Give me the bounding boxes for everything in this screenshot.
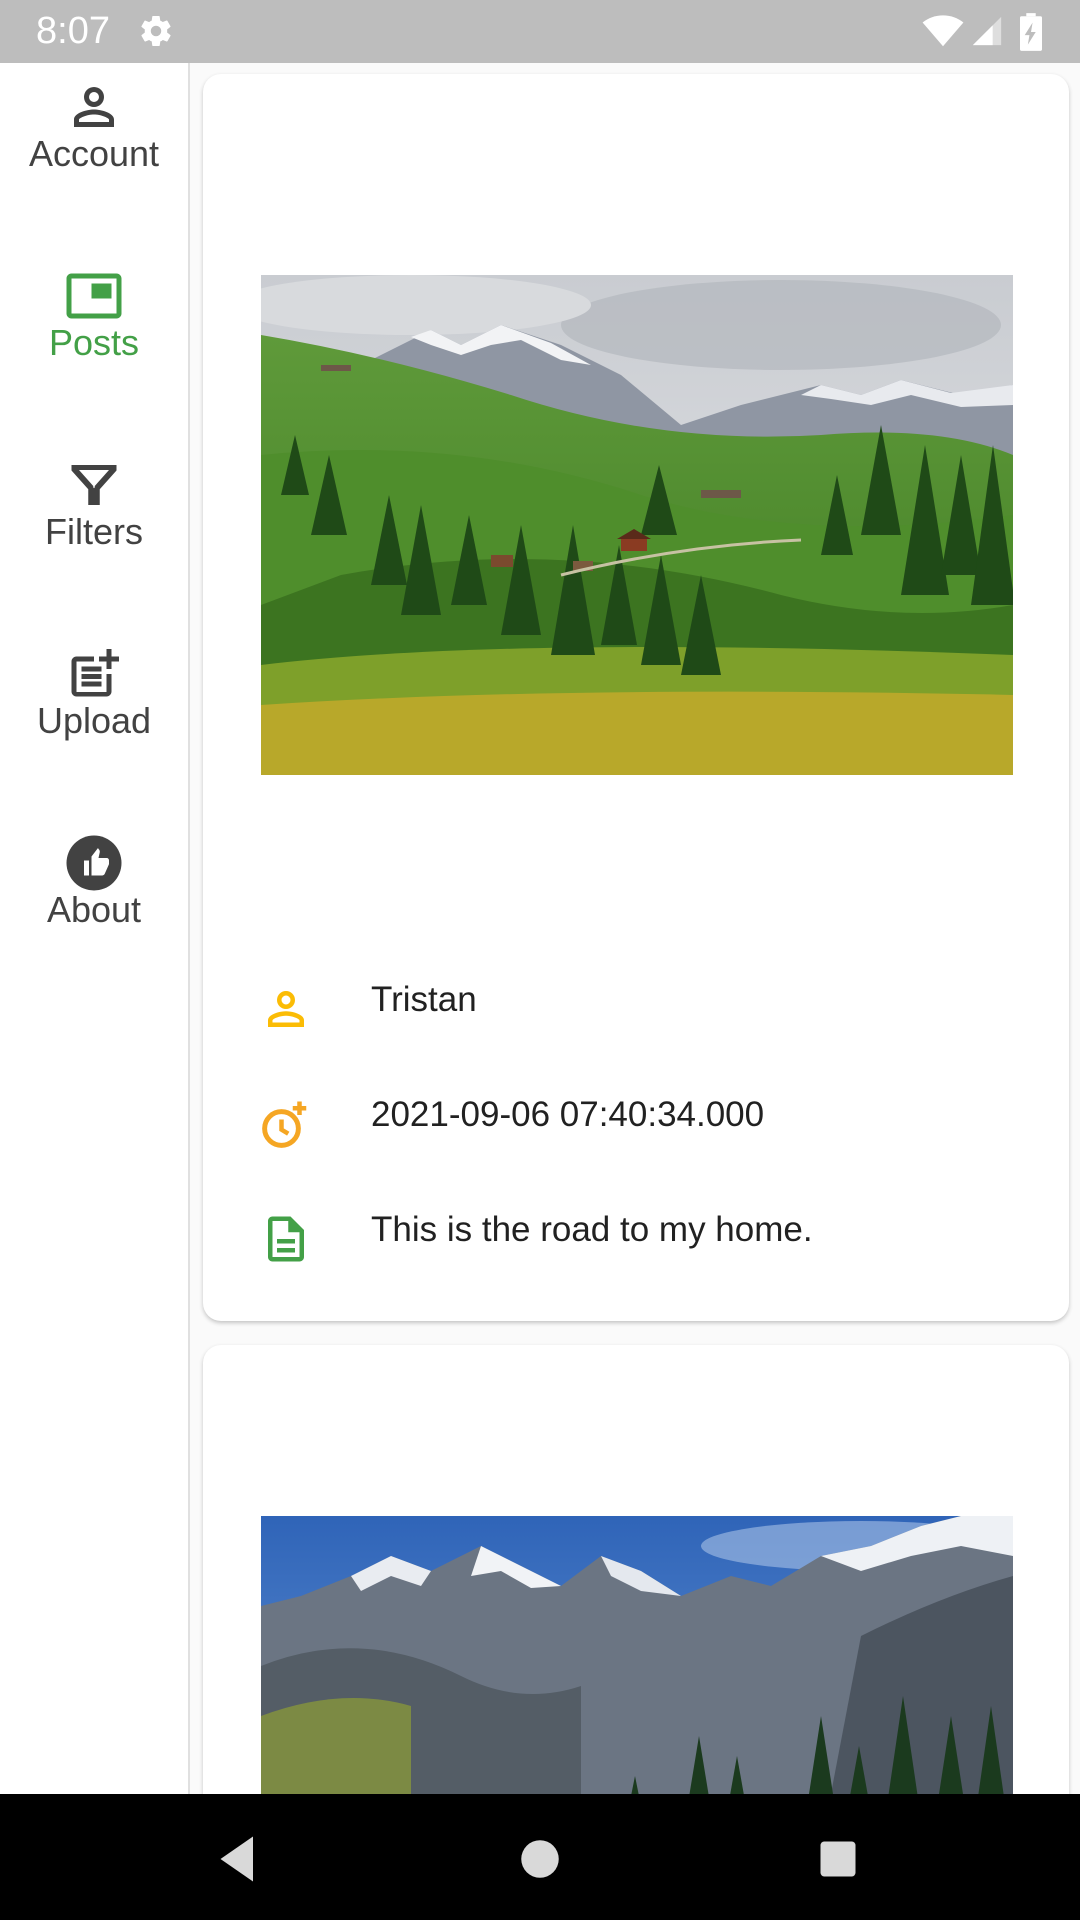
posts-icon bbox=[66, 273, 122, 319]
nav-item-filters[interactable]: Filters bbox=[0, 449, 188, 599]
nav-label-about: About bbox=[46, 889, 142, 930]
post-add-icon bbox=[71, 649, 119, 697]
clock-add-icon bbox=[262, 1101, 307, 1148]
navigation-rail: Account Posts Filters Upload About bbox=[0, 63, 190, 1794]
recents-icon[interactable] bbox=[808, 1829, 868, 1889]
post-time-row: 2021-09-06 07:40:34.000 bbox=[203, 1089, 1069, 1169]
post-card[interactable]: Tristan 2021-09-06 07:40:34.000 This is … bbox=[203, 74, 1069, 1321]
post-description: This is the road to my home. bbox=[371, 1210, 813, 1249]
back-icon[interactable] bbox=[208, 1829, 268, 1889]
nav-label-filters: Filters bbox=[45, 511, 143, 552]
nav-label-posts: Posts bbox=[48, 322, 140, 363]
wifi-icon bbox=[922, 15, 964, 47]
thumb-up-circle-icon bbox=[66, 835, 122, 891]
nav-label-upload: Upload bbox=[36, 700, 152, 741]
nav-item-about[interactable]: About bbox=[0, 827, 188, 977]
status-bar: 8:07 bbox=[0, 0, 1080, 63]
person-outline-icon bbox=[74, 87, 114, 127]
nav-item-account[interactable]: Account bbox=[0, 71, 188, 221]
battery-charging-icon bbox=[1020, 13, 1042, 51]
posts-feed[interactable]: Tristan 2021-09-06 07:40:34.000 This is … bbox=[190, 63, 1080, 1794]
nav-item-posts[interactable]: Posts bbox=[0, 260, 188, 410]
nav-label-account: Account bbox=[28, 133, 160, 174]
home-icon[interactable] bbox=[510, 1829, 570, 1889]
document-icon bbox=[268, 1216, 304, 1262]
post-user-row: Tristan bbox=[203, 974, 1069, 1054]
post-username: Tristan bbox=[371, 980, 477, 1019]
person-outline-icon bbox=[268, 991, 304, 1027]
signal-icon bbox=[972, 16, 1002, 46]
system-navigation-bar bbox=[0, 1794, 1080, 1920]
settings-gear-icon bbox=[141, 16, 171, 47]
nav-item-upload[interactable]: Upload bbox=[0, 638, 188, 788]
status-time: 8:07 bbox=[36, 10, 110, 52]
rocky-mountains-photo bbox=[261, 1516, 1013, 1794]
alpine-meadow-photo bbox=[261, 275, 1013, 775]
post-image bbox=[261, 275, 1013, 775]
filter-icon bbox=[71, 465, 117, 505]
post-timestamp: 2021-09-06 07:40:34.000 bbox=[371, 1095, 765, 1134]
post-card[interactable] bbox=[203, 1345, 1069, 1794]
post-description-row: This is the road to my home. bbox=[203, 1204, 1069, 1284]
post-image bbox=[261, 1516, 1013, 1794]
